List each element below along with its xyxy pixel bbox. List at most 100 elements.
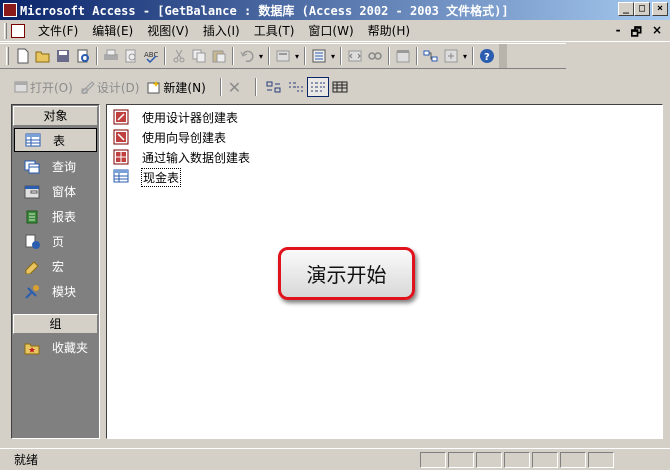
wizard-icon (113, 129, 129, 145)
list-item-label: 现金表 (141, 167, 182, 187)
properties-icon[interactable] (393, 46, 413, 66)
menu-file[interactable]: 文件(F) (31, 22, 85, 39)
objects-item-queries[interactable]: 查询 (12, 154, 99, 179)
status-panel (532, 451, 558, 468)
status-panel (420, 451, 446, 468)
print-preview-icon[interactable] (121, 46, 141, 66)
open-button-label: 打开(O) (30, 80, 73, 95)
open-icon[interactable] (33, 46, 53, 66)
doc-restore-button[interactable]: 🗗 (631, 23, 642, 44)
undo-dropdown-icon[interactable]: ▾ (257, 52, 265, 61)
window-title: Microsoft Access - [GetBalance : 数据库 (Ac… (20, 3, 509, 18)
help-icon[interactable]: ? (477, 46, 497, 66)
objects-bar: 对象 表 查询 窗体 报表 页 宏 模块 组 收藏夹 (11, 104, 100, 439)
svg-text:ABC: ABC (144, 51, 158, 59)
list-view-icon[interactable] (307, 77, 330, 97)
spelling-icon[interactable]: ABC (141, 46, 161, 66)
new-object-icon[interactable] (441, 46, 461, 66)
objects-item-modules[interactable]: 模块 (12, 279, 99, 304)
close-button[interactable]: × (652, 2, 668, 16)
file-search-icon[interactable] (73, 46, 93, 66)
menu-insert[interactable]: 插入(I) (196, 22, 247, 39)
access-app-icon[interactable] (3, 3, 17, 17)
objects-item-forms[interactable]: 窗体 (12, 179, 99, 204)
groups-item-label: 收藏夹 (52, 341, 89, 355)
save-icon[interactable] (53, 46, 73, 66)
objects-item-macros[interactable]: 宏 (12, 254, 99, 279)
office-links-icon[interactable] (273, 46, 293, 66)
list-item-cash-table[interactable]: 现金表 (113, 167, 182, 187)
large-icons-view-icon[interactable] (263, 77, 285, 97)
objects-item-label: 宏 (52, 260, 65, 274)
objects-item-pages[interactable]: 页 (12, 229, 99, 254)
undo-icon[interactable] (237, 46, 257, 66)
datasheet-wizard-icon (113, 149, 129, 165)
small-icons-view-icon[interactable] (285, 77, 307, 97)
menu-bar: 文件(F) 编辑(E) 视图(V) 插入(I) 工具(T) 窗口(W) 帮助(H… (0, 20, 670, 42)
document-icon[interactable] (11, 23, 25, 38)
toolbar-separator (416, 47, 418, 65)
toolbar-separator (164, 47, 166, 65)
print-icon[interactable] (101, 46, 121, 66)
maximize-button[interactable]: □ (634, 2, 650, 16)
toolbar-separator (304, 47, 306, 65)
window-controls: _ □ × (618, 2, 668, 16)
list-item-create-in-design[interactable]: 使用设计器创建表 (113, 108, 239, 126)
menu-bar-grip[interactable] (4, 22, 7, 39)
new-button-label: 新建(N) (163, 80, 206, 95)
relationships-diagram-icon[interactable] (421, 46, 441, 66)
objects-item-tables[interactable]: 表 (14, 128, 97, 152)
design-button[interactable]: 设计(D) (81, 79, 139, 96)
list-item-create-with-wizard[interactable]: 使用向导创建表 (113, 128, 227, 146)
menu-tools[interactable]: 工具(T) (247, 22, 302, 39)
code-icon[interactable] (345, 46, 365, 66)
list-item-label: 使用向导创建表 (142, 130, 227, 145)
document-window-controls: - 🗗 × (616, 23, 662, 44)
paste-icon[interactable] (209, 46, 229, 66)
office-links-dropdown-icon[interactable]: ▾ (293, 52, 301, 61)
objects-item-label: 窗体 (52, 185, 77, 199)
menu-edit[interactable]: 编辑(E) (85, 22, 140, 39)
report-icon (24, 209, 40, 225)
status-text: 就绪 (14, 453, 39, 467)
new-object-icon (147, 81, 160, 94)
demo-start-button[interactable]: 演示开始 (278, 247, 415, 300)
query-icon (24, 159, 40, 175)
groups-header[interactable]: 组 (13, 314, 98, 334)
new-object-dropdown-icon[interactable]: ▾ (461, 52, 469, 61)
relationships-icon[interactable] (365, 46, 385, 66)
menu-window[interactable]: 窗口(W) (301, 22, 360, 39)
toolbar-options-icon[interactable] (499, 44, 507, 68)
groups-item-favorites[interactable]: 收藏夹 (12, 335, 99, 360)
design-icon (81, 81, 95, 94)
details-view-icon[interactable] (329, 77, 351, 97)
toolbar-separator (96, 47, 98, 65)
db-toolbar-separator (255, 78, 258, 96)
doc-close-button[interactable]: × (652, 23, 662, 44)
list-item-create-by-entering-data[interactable]: 通过输入数据创建表 (113, 148, 251, 166)
objects-item-reports[interactable]: 报表 (12, 204, 99, 229)
new-button[interactable]: 新建(N) (147, 79, 206, 96)
menu-help[interactable]: 帮助(H) (361, 22, 417, 39)
delete-icon[interactable]: ✕ (228, 78, 241, 97)
menu-view[interactable]: 视图(V) (140, 22, 196, 39)
database-window-toolbar: 打开(O) 设计(D) 新建(N) ✕ (0, 74, 670, 100)
copy-icon[interactable] (189, 46, 209, 66)
open-button[interactable]: 打开(O) (14, 79, 73, 96)
new-icon[interactable] (13, 46, 33, 66)
module-icon (24, 284, 40, 300)
objects-item-label: 报表 (52, 210, 77, 224)
analyze-dropdown-icon[interactable]: ▾ (329, 52, 337, 61)
cut-icon[interactable] (169, 46, 189, 66)
list-item-label: 使用设计器创建表 (142, 110, 239, 125)
objects-header[interactable]: 对象 (13, 106, 98, 126)
status-panel (476, 451, 502, 468)
doc-minimize-button[interactable]: - (616, 23, 621, 44)
toolbar-separator (388, 47, 390, 65)
table-icon (113, 169, 129, 183)
title-bar[interactable]: Microsoft Access - [GetBalance : 数据库 (Ac… (0, 0, 670, 20)
minimize-button[interactable]: _ (618, 2, 634, 16)
analyze-icon[interactable] (309, 46, 329, 66)
toolbar-grip[interactable] (6, 47, 9, 65)
design-wizard-icon (113, 109, 129, 125)
